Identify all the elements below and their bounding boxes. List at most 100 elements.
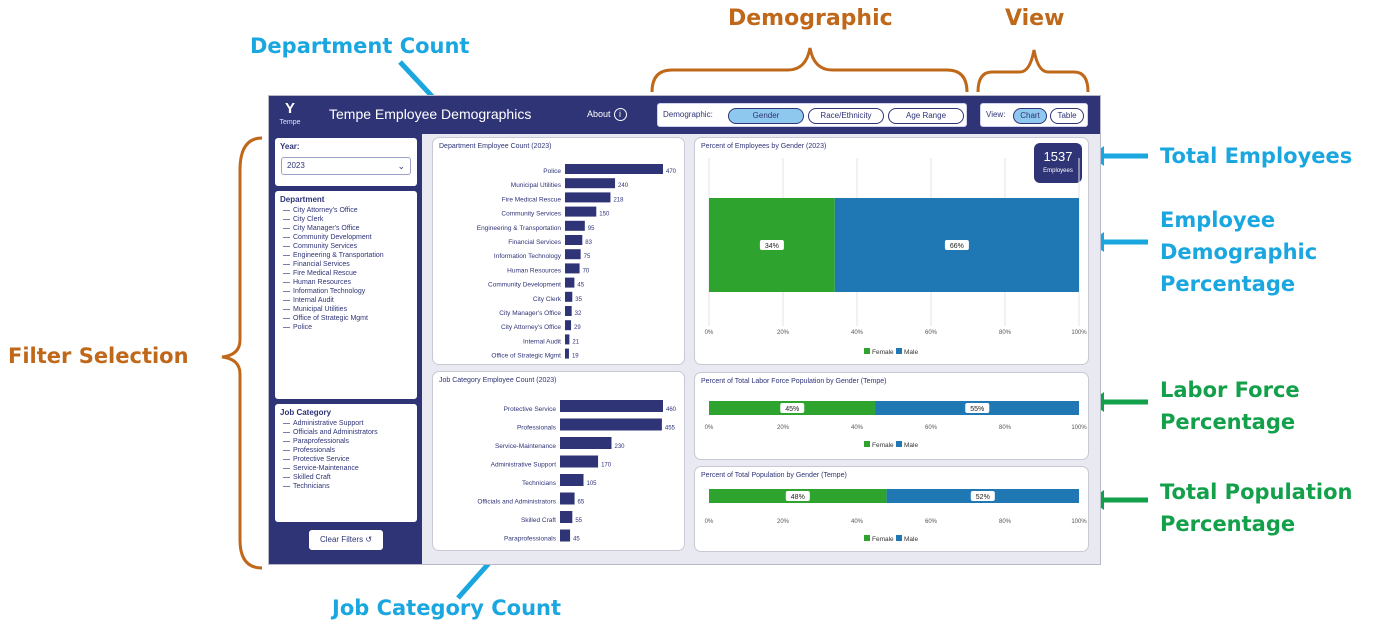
department-option[interactable]: Information Technology (275, 287, 417, 296)
legend-swatch (896, 348, 902, 354)
axis-tick-label: 20% (777, 425, 790, 431)
demographic-gender-button[interactable]: Gender (728, 108, 804, 124)
legend-swatch (864, 348, 870, 354)
category-tick-label: Fire Medical Rescue (502, 196, 562, 203)
bar-value-label: 230 (615, 444, 626, 450)
department-option[interactable]: Police (275, 323, 417, 332)
job-category-option[interactable]: Skilled Craft (275, 473, 417, 482)
bar[interactable] (560, 511, 573, 523)
category-tick-label: City Clerk (533, 296, 562, 303)
view-selector: View: Chart Table (980, 103, 1088, 127)
category-tick-label: Police (543, 168, 561, 175)
bar-value-label: 45 (573, 537, 580, 543)
axis-tick-label: 20% (777, 519, 790, 525)
department-option[interactable]: City Attorney's Office (275, 206, 417, 215)
clear-filters-button[interactable]: Clear Filters ↺ (309, 530, 383, 550)
bar[interactable] (565, 220, 585, 231)
job-category-option[interactable]: Professionals (275, 446, 417, 455)
bar[interactable] (560, 492, 575, 505)
job-category-option[interactable]: Administrative Support (275, 419, 417, 428)
department-option[interactable]: Office of Strategic Mgmt (275, 314, 417, 323)
job-category-option[interactable]: Paraprofessionals (275, 437, 417, 446)
axis-tick-label: 60% (925, 330, 938, 336)
bar[interactable] (565, 306, 572, 316)
department-option[interactable]: City Manager's Office (275, 224, 417, 233)
bar[interactable] (565, 206, 597, 217)
job-category-option[interactable]: Officials and Administrators (275, 428, 417, 437)
demographic-race-button[interactable]: Race/Ethnicity (808, 108, 884, 124)
bar[interactable] (565, 249, 581, 260)
bar[interactable] (565, 320, 572, 331)
bar[interactable] (565, 192, 611, 203)
about-button[interactable]: About i (587, 108, 627, 121)
dashboard-screenshot: Υ Tempe Tempe Employee Demographics Abou… (268, 95, 1101, 565)
segment-value-label: 34% (765, 243, 779, 250)
job-category-option[interactable]: Protective Service (275, 455, 417, 464)
department-option[interactable]: Internal Audit (275, 296, 417, 305)
department-filter: Department City Attorney's Office City Cl… (275, 191, 417, 399)
category-tick-label: Service-Maintenance (495, 443, 556, 450)
department-option[interactable]: Engineering & Transportation (275, 251, 417, 260)
bar[interactable] (565, 291, 573, 302)
tempe-logo: Υ Tempe (277, 100, 303, 130)
bar-value-label: 83 (585, 240, 592, 246)
bar[interactable] (565, 277, 575, 288)
job-category-list: Administrative Support Officials and Admi… (275, 419, 417, 491)
department-option[interactable]: Fire Medical Rescue (275, 269, 417, 278)
category-tick-label: City Attorney's Office (501, 324, 561, 331)
bar[interactable] (560, 418, 662, 431)
bar-value-label: 45 (577, 283, 584, 289)
axis-tick-label: 60% (925, 519, 938, 525)
bar-value-label: 240 (618, 183, 629, 189)
bar[interactable] (565, 348, 569, 359)
bar[interactable] (565, 164, 663, 174)
gender-stacked-bar: 0% 20% 40% 60% 80% 100% 34% 66% Female Male (705, 158, 1087, 356)
bar[interactable] (560, 474, 584, 486)
header-bar: Υ Tempe Tempe Employee Demographics Abou… (269, 96, 1100, 134)
demographic-age-button[interactable]: Age Range (888, 108, 964, 124)
job-category-option[interactable]: Service-Maintenance (275, 464, 417, 473)
segment-value-label: 66% (950, 243, 964, 250)
bar[interactable] (560, 437, 612, 449)
year-value: 2023 (287, 161, 305, 170)
annotation-employee-demographic-percentage: Employee Demographic Percentage (1160, 208, 1318, 296)
chevron-down-icon: ⌄ (397, 161, 405, 171)
bar[interactable] (565, 235, 583, 245)
department-option[interactable]: Financial Services (275, 260, 417, 269)
department-option[interactable]: Human Resources (275, 278, 417, 287)
labor-stacked-bar: 0% 20% 40% 60% 80% 100% 45% 55% Female Male (705, 401, 1087, 449)
page-title: Tempe Employee Demographics (329, 106, 532, 122)
legend-swatch (864, 441, 870, 447)
view-bracket (976, 49, 1090, 93)
department-bar-chart: Police 470 Municipal Utilities 240 Fire Medi… (477, 164, 677, 360)
annotation-total-employees: Total Employees (1160, 144, 1353, 168)
bar-value-label: 55 (575, 518, 582, 524)
view-table-button[interactable]: Table (1050, 108, 1084, 124)
axis-tick-label: 80% (999, 425, 1012, 431)
category-tick-label: Office of Strategic Mgmt (491, 353, 561, 360)
legend-label: Male (904, 349, 918, 356)
view-chart-button[interactable]: Chart (1013, 108, 1047, 124)
legend-label: Female (872, 442, 894, 449)
axis-tick-label: 60% (925, 425, 938, 431)
bar[interactable] (565, 334, 570, 345)
bar[interactable] (560, 400, 663, 412)
legend-label: Female (872, 349, 894, 356)
bar[interactable] (560, 455, 599, 468)
category-tick-label: Engineering & Transportation (477, 225, 562, 232)
bar[interactable] (565, 178, 616, 189)
year-dropdown[interactable]: 2023 ⌄ (281, 157, 411, 175)
department-option[interactable]: Community Development (275, 233, 417, 242)
bar-value-label: 95 (588, 226, 595, 232)
axis-tick-label: 20% (777, 330, 790, 336)
department-option[interactable]: Community Services (275, 242, 417, 251)
year-filter: Year: 2023 ⌄ (275, 138, 417, 186)
job-category-option[interactable]: Technicians (275, 482, 417, 491)
bar[interactable] (560, 529, 571, 542)
department-option[interactable]: City Clerk (275, 215, 417, 224)
bar[interactable] (565, 263, 580, 274)
category-tick-label: Municipal Utilities (511, 182, 562, 189)
category-tick-label: Financial Services (508, 239, 561, 246)
department-option[interactable]: Municipal Utilities (275, 305, 417, 314)
annotation-view: View (1005, 6, 1065, 31)
